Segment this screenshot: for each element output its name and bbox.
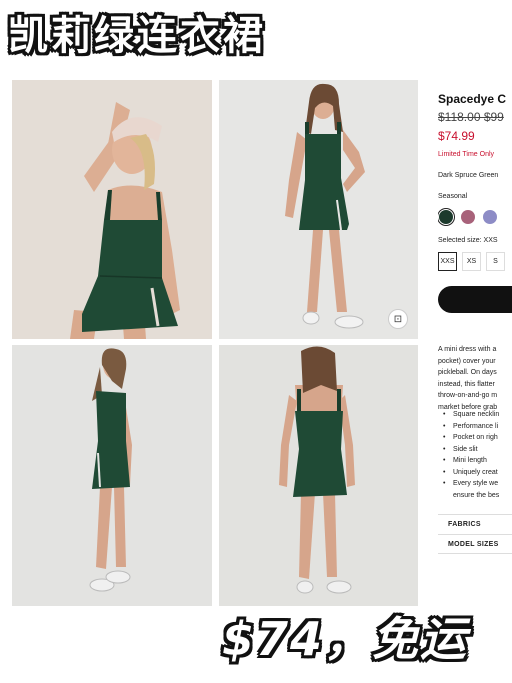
description-line: throw-on-and-go m [438,392,498,399]
swatch-mauve[interactable] [461,210,475,224]
product-photo-3[interactable] [12,345,212,606]
selected-size-label: Selected size: XXS [438,237,498,244]
feature-item: Every style we [438,478,499,490]
original-price: $118.00 $99 [438,110,504,124]
model-photo-front-smiling [12,80,212,339]
product-description: A mini dress with a pocket) cover your p… [438,344,512,413]
feature-item: Performance li [438,421,499,433]
model-photo-back-view [219,345,418,606]
accordion-model-sizes[interactable]: MODEL SIZES [438,534,512,554]
description-line: pocket) cover your [438,357,496,365]
size-button-xs[interactable]: XS [462,252,481,271]
model-photo-side-view [12,345,212,606]
selected-color-name: Dark Spruce Green [438,172,499,179]
swatch-lavender[interactable] [483,210,497,224]
feature-item: Uniquely creat [438,467,499,479]
size-button-s[interactable]: S [486,252,505,271]
feature-item-continuation: ensure the bes [453,491,500,499]
product-photo-2[interactable]: ⊡ [219,80,418,339]
product-photo-1[interactable] [12,80,212,339]
feature-item: Mini length [438,455,499,467]
product-info-panel: Spacedye C $118.00 $99 $74.99 Limited Ti… [438,80,512,600]
swatch-dark-spruce-green[interactable] [439,210,453,224]
model-photo-front-standing [219,80,418,339]
limited-time-label: Limited Time Only [438,151,495,158]
feature-list: Square necklin Performance li Pocket on … [438,409,499,501]
description-line: instead, this flatter [438,380,495,388]
add-to-bag-button[interactable] [438,286,512,313]
feature-item: Side slit [438,444,499,456]
feature-item: Square necklin [438,409,499,421]
size-button-xxs[interactable]: XXS [438,252,457,271]
promo-overlay: $74，免运 [222,612,469,666]
description-line: pickleball. On days [438,369,497,376]
accordion-fabrics[interactable]: FABRICS [438,514,512,534]
feature-item: Pocket on righ [438,432,499,444]
description-line: A mini dress with a [438,346,497,353]
product-photo-4[interactable] [219,345,418,606]
sale-price: $74.99 [438,129,475,143]
headline-overlay: 凯莉绿连衣裙 [8,13,266,59]
product-title: Spacedye C [438,92,507,106]
seasonal-label: Seasonal [438,193,468,200]
zoom-icon[interactable]: ⊡ [388,309,408,329]
